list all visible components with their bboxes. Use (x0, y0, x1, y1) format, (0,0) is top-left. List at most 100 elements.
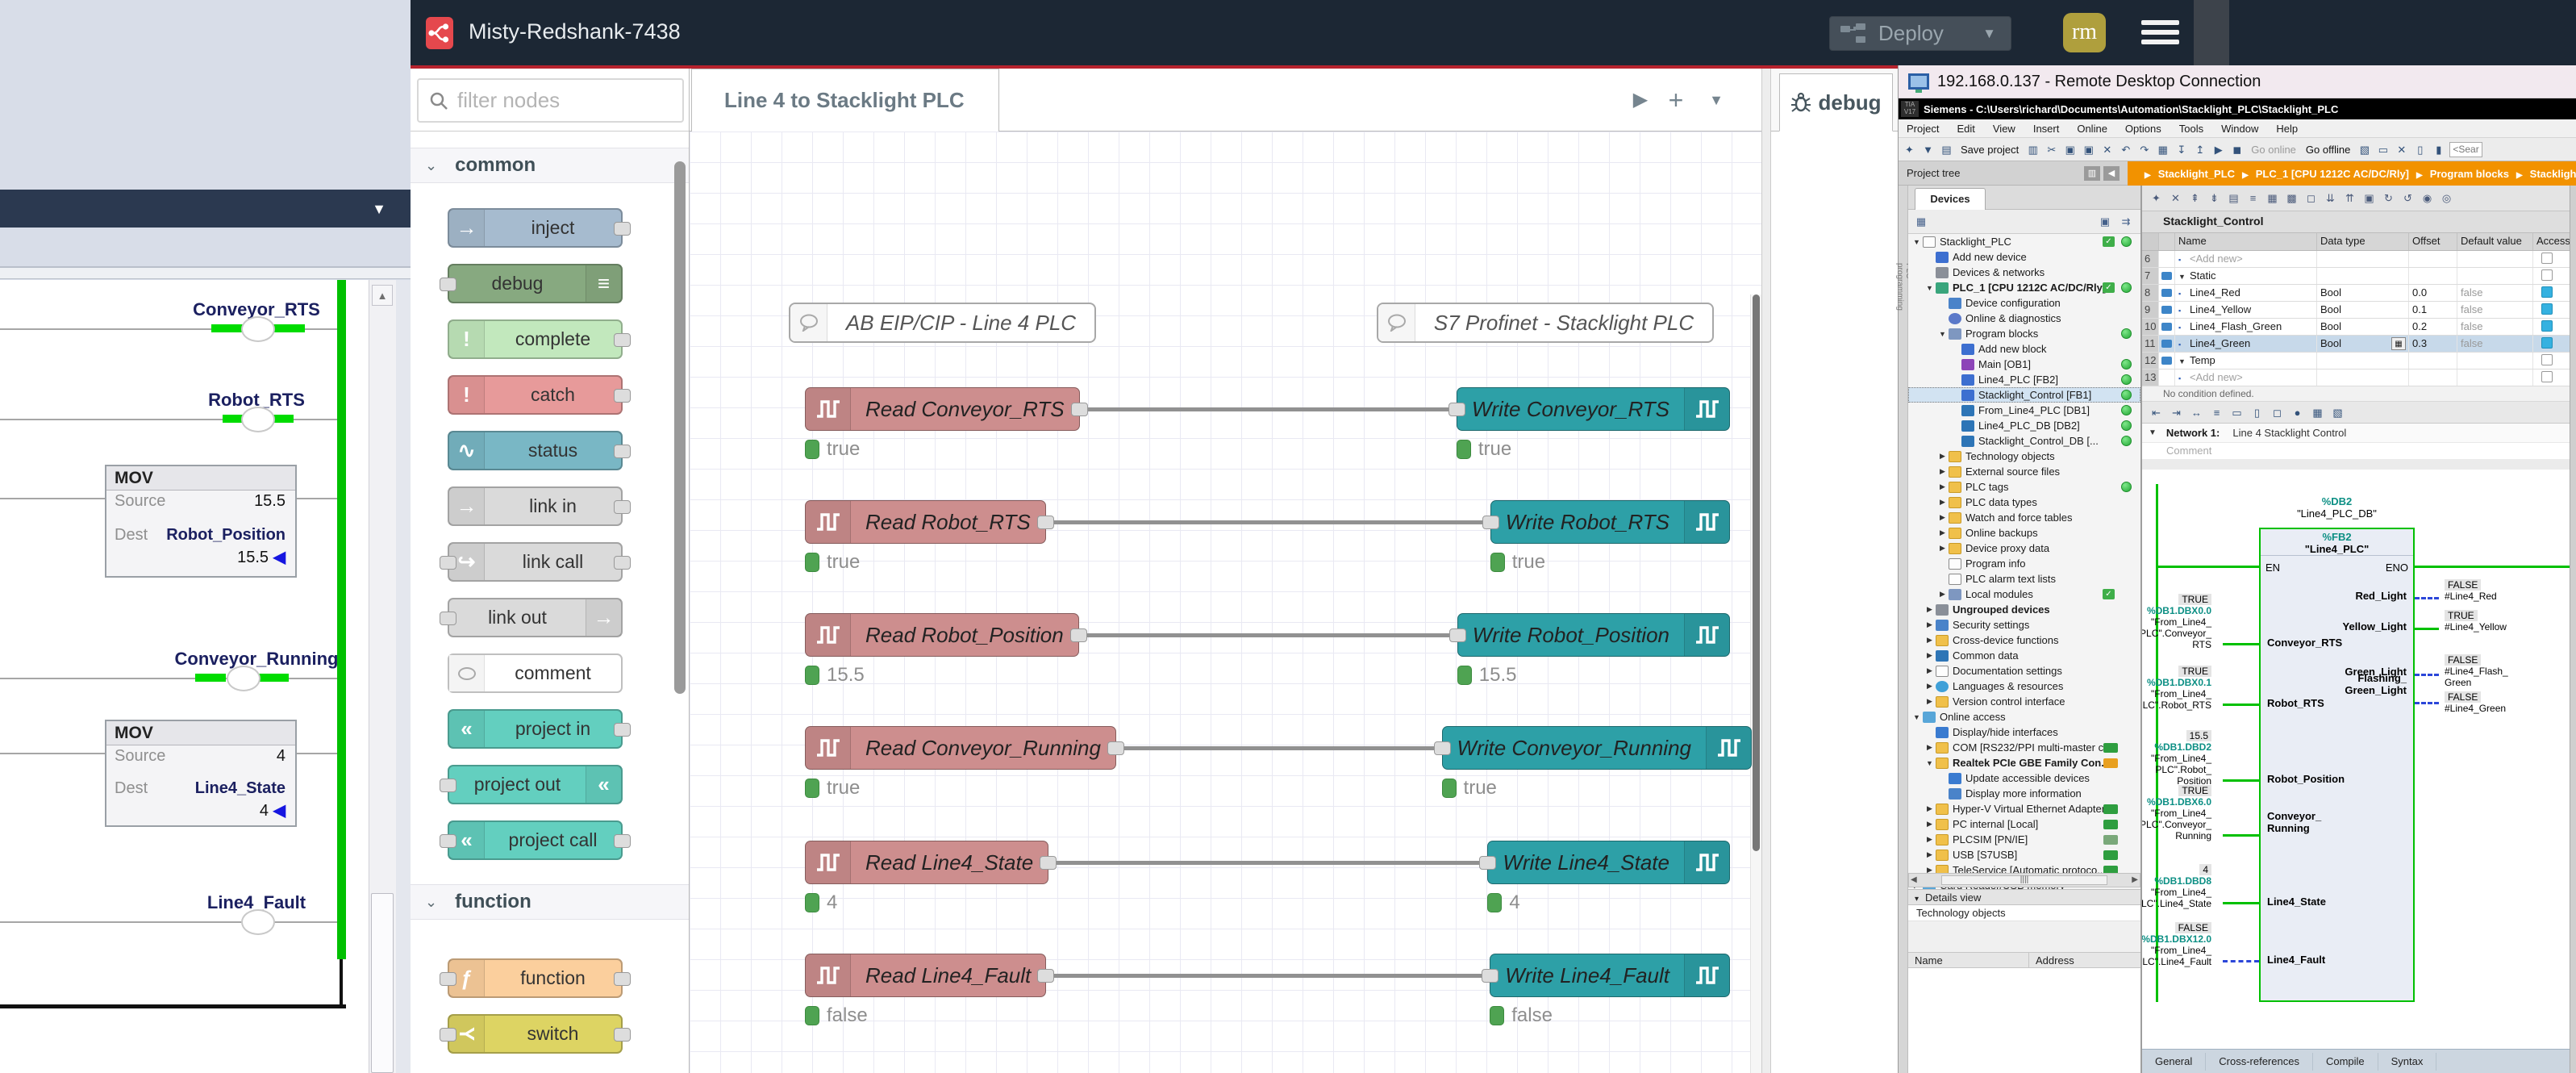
cell-default[interactable]: false (2457, 319, 2533, 335)
flow-canvas[interactable]: AB EIP/CIP - Line 4 PLC S7 Profinet - St… (690, 132, 1761, 1073)
tab-devices[interactable]: Devices (1915, 188, 1986, 210)
toolbar-icon[interactable]: ↔ (2189, 405, 2204, 420)
output-port[interactable] (1040, 856, 1057, 870)
tree-item[interactable]: Online & diagnostics ✓ (1908, 311, 2140, 326)
tree-item[interactable]: Line4_PLC_DB [DB2] ✓ (1908, 418, 2140, 433)
toolbar-icon[interactable]: ▦ (2155, 142, 2170, 157)
toolbar-icon[interactable]: ▭ (2229, 405, 2245, 420)
cell-datatype[interactable]: Bool▦ (2317, 319, 2409, 335)
expand-icon[interactable]: ▶ (1924, 804, 1935, 813)
output-pin[interactable]: Red_Light (2355, 590, 2407, 602)
read-node[interactable]: Read Conveyor_RTS (805, 387, 1080, 431)
expand-icon[interactable]: ▼ (1911, 238, 1922, 246)
input-port[interactable] (1482, 516, 1499, 529)
input-port[interactable] (1449, 628, 1466, 642)
tree-item[interactable]: ▶ Local modules ✓ (1908, 587, 2140, 602)
breadcrumb-item[interactable]: ▶Program blocks (2409, 168, 2509, 180)
cell-offset[interactable]: 0.2 (2409, 319, 2457, 335)
toolbar-icon[interactable]: ✕ (2099, 142, 2115, 157)
toolbar-icon[interactable]: ◉ (2420, 190, 2435, 206)
cell-default[interactable] (2457, 268, 2533, 284)
toolbar-icon[interactable]: ◼ (2229, 142, 2245, 157)
toolbar-icon[interactable]: ≡ (2245, 190, 2261, 206)
tree-item[interactable]: Add new device ✓ (1908, 249, 2140, 265)
toolbar-icon[interactable]: ▤ (1939, 142, 1954, 157)
cell-name[interactable]: ▪Line4_Yellow (2175, 302, 2317, 318)
tree-item[interactable]: ▶ Cross-device functions ✓ (1908, 633, 2140, 648)
palette-node[interactable]: « project out (448, 765, 623, 804)
menu-item[interactable]: Options (2125, 123, 2161, 135)
write-node[interactable]: Write Line4_Fault (1490, 954, 1730, 997)
toolbar-icon[interactable]: ▦ (2265, 190, 2280, 206)
toolbar-icon[interactable]: ↷ (2136, 142, 2152, 157)
accessible-checkbox[interactable] (2541, 286, 2553, 298)
table-row[interactable]: 12 ▼Temp ▦ (2142, 353, 2576, 369)
toolbar-icon[interactable]: ▮ (2431, 142, 2446, 157)
input-port[interactable] (1448, 403, 1465, 416)
tree-item[interactable]: Devices & networks ✓ (1908, 265, 2140, 280)
input-port[interactable] (440, 972, 456, 986)
expand-icon[interactable]: ▶ (1924, 820, 1935, 829)
palette-node[interactable]: « project call (448, 820, 623, 860)
toolbar-icon[interactable]: ✂ (2044, 142, 2059, 157)
scroll-up-icon[interactable]: ▲ (372, 285, 393, 306)
tree-item[interactable]: ▶ PLC data types ✓ (1908, 495, 2140, 510)
toolbar-icon[interactable]: ↻ (2381, 190, 2396, 206)
tree-item[interactable]: ▼ Program blocks ✓ (1908, 326, 2140, 341)
input-port[interactable] (440, 278, 456, 291)
expand-icon[interactable]: ▶ (1924, 697, 1935, 706)
tree-item[interactable]: ▶ External source files ✓ (1908, 464, 2140, 479)
menu-item[interactable]: Insert (2033, 123, 2060, 135)
toolbar-search-input[interactable]: <Sear (2449, 142, 2482, 157)
toolbar-icon[interactable]: ● (2290, 405, 2305, 420)
cell-datatype[interactable]: ▦ (2317, 268, 2409, 284)
cell-datatype[interactable]: ▦ (2317, 251, 2409, 267)
table-row[interactable]: 11 ▪Line4_Green Bool▦ 0.3 false (2142, 336, 2576, 353)
toolbar-icon[interactable]: ⇥ (2169, 405, 2184, 420)
menu-item[interactable]: Edit (1957, 123, 1974, 135)
list-view-icon[interactable]: ▣ (2097, 214, 2113, 230)
toolbar-icon[interactable]: ✦ (1902, 142, 1917, 157)
sync-icon[interactable]: ⇉ (2118, 214, 2134, 230)
toolbar-icon[interactable]: ▥ (2025, 142, 2040, 157)
go-online-button[interactable]: Go online (2251, 144, 2296, 156)
toolbar-icon[interactable]: ⇟ (2207, 190, 2222, 206)
tree-item[interactable]: ▶ Languages & resources ✓ (1908, 678, 2140, 694)
cell-default[interactable]: false (2457, 302, 2533, 318)
palette-node[interactable]: ≡ debug (448, 264, 623, 303)
expand-icon[interactable]: ▶ (1937, 467, 1948, 476)
menu-item[interactable]: Online (2077, 123, 2107, 135)
tree-item[interactable]: Main [OB1] ✓ (1908, 357, 2140, 372)
toolbar-icon[interactable]: ▼ (1920, 142, 1936, 157)
cell-default[interactable]: false (2457, 336, 2533, 352)
mov-instruction[interactable]: MOV Source15.5 DestRobot_Position 15.5 ◀ (105, 465, 297, 578)
tree-item[interactable]: Add new block ✓ (1908, 341, 2140, 357)
fbd-canvas[interactable]: %DB2 "Line4_PLC_DB" (2142, 470, 2570, 1049)
tree-item[interactable]: Device configuration ✓ (1908, 295, 2140, 311)
palette-node[interactable]: ∿ status (448, 431, 623, 470)
palette-node[interactable]: ↪ link call (448, 542, 623, 582)
flow-list-icon[interactable]: ▼ (1700, 69, 1732, 132)
coil-symbol[interactable] (241, 909, 275, 935)
write-node[interactable]: Write Robot_Position (1457, 613, 1730, 657)
toolbar-icon[interactable]: ◎ (2439, 190, 2454, 206)
expand-icon[interactable]: ▶ (1937, 452, 1948, 461)
accessible-checkbox[interactable] (2541, 303, 2553, 315)
accessible-checkbox[interactable] (2541, 269, 2553, 281)
go-offline-button[interactable]: Go offline (2306, 144, 2350, 156)
toolbar-icon[interactable]: ⇈ (2342, 190, 2357, 206)
expand-icon[interactable]: ▶ (1937, 513, 1948, 522)
write-node[interactable]: Write Line4_State (1487, 841, 1730, 884)
tree-item[interactable]: ▶ Online backups ✓ (1908, 525, 2140, 541)
output-pin[interactable]: Yellow_Light (2343, 620, 2407, 633)
palette-node[interactable]: « project in (448, 709, 623, 749)
menu-item[interactable]: Window (2221, 123, 2258, 135)
expand-icon[interactable]: ▼ (1911, 713, 1922, 721)
inspector-tab[interactable]: Cross-references (2206, 1053, 2313, 1071)
tree-item[interactable]: Display/hide interfaces ✓ (1908, 724, 2140, 740)
tree-item[interactable]: ▶ Watch and force tables ✓ (1908, 510, 2140, 525)
toolbar-icon[interactable]: ▧ (2330, 405, 2345, 420)
table-row[interactable]: 13 ▪<Add new> ▦ (2142, 369, 2576, 386)
toolbar-icon[interactable]: ▤ (2226, 190, 2241, 206)
save-project-button[interactable]: Save project (1961, 144, 2019, 156)
